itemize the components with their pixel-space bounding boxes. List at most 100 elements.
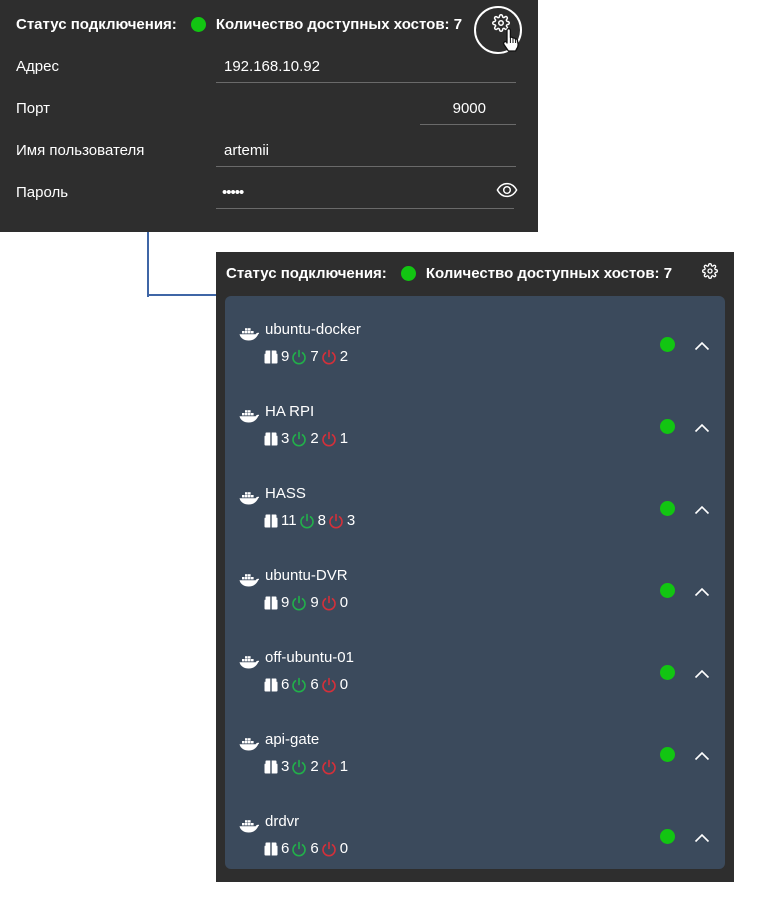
status-indicator [400, 266, 416, 281]
power-icon [292, 759, 307, 774]
gear-icon[interactable] [702, 263, 718, 279]
containers-running: 2 [310, 430, 319, 447]
box-icon [264, 596, 278, 609]
hosts-count-label: Количество доступных хостов: 7 [425, 265, 673, 282]
connection-status: Статус подключения: Количество доступных… [226, 265, 672, 282]
box-icon [264, 432, 278, 445]
docker-icon [239, 656, 260, 669]
collapse-toggle[interactable] [694, 420, 710, 438]
collapse-toggle[interactable] [694, 666, 710, 684]
host-status-indicator [660, 337, 675, 352]
host-item[interactable]: off-ubuntu-01 6 6 0 [225, 649, 725, 740]
address-input[interactable]: 192.168.10.92 [216, 58, 516, 83]
chevron-up-icon [694, 341, 710, 351]
host-name: ubuntu-docker [265, 321, 361, 338]
power-icon [292, 595, 307, 610]
docker-icon [239, 410, 260, 423]
host-item[interactable]: api-gate 3 2 1 [225, 731, 725, 822]
collapse-toggle[interactable] [694, 584, 710, 602]
host-status-indicator [660, 829, 675, 844]
power-icon [321, 595, 336, 610]
containers-total: 3 [281, 430, 290, 447]
containers-stopped: 2 [339, 348, 349, 365]
power-icon [321, 841, 336, 856]
containers-stopped: 1 [339, 430, 349, 447]
collapse-toggle[interactable] [694, 338, 710, 356]
eye-icon[interactable] [496, 181, 518, 199]
host-item[interactable]: ubuntu-docker 9 7 2 [225, 321, 725, 412]
host-status-indicator [660, 665, 675, 680]
chevron-up-icon [694, 669, 710, 679]
containers-running: 2 [310, 758, 319, 775]
docker-icon [239, 574, 260, 587]
password-input[interactable]: ••••• [216, 184, 514, 209]
connection-settings-panel: Статус подключения: Количество доступных… [0, 0, 538, 232]
host-item[interactable]: HA RPI 3 2 1 [225, 403, 725, 494]
power-icon [321, 431, 336, 446]
power-icon [292, 349, 307, 364]
power-icon [321, 349, 336, 364]
box-icon [264, 842, 278, 855]
containers-total: 9 [281, 594, 290, 611]
containers-running: 9 [310, 594, 319, 611]
connector-line [147, 294, 217, 296]
port-label: Порт [16, 100, 51, 117]
containers-stopped: 3 [346, 512, 356, 529]
host-status-indicator [660, 583, 675, 598]
chevron-up-icon [694, 587, 710, 597]
host-item[interactable]: drdvr 6 6 0 [225, 813, 725, 904]
containers-running: 8 [317, 512, 326, 529]
port-input[interactable]: 9000 [420, 100, 516, 125]
docker-icon [239, 738, 260, 751]
containers-stopped: 0 [339, 676, 349, 693]
container-stats: 9 7 2 [264, 348, 350, 365]
host-status-indicator [660, 419, 675, 434]
hosts-count-label: Количество доступных хостов: 7 [215, 16, 463, 33]
power-icon [292, 841, 307, 856]
container-stats: 3 2 1 [264, 758, 350, 775]
host-name: drdvr [265, 813, 300, 830]
connector-line [147, 232, 149, 297]
chevron-up-icon [694, 751, 710, 761]
username-input[interactable]: artemii [216, 142, 516, 167]
power-icon [292, 431, 307, 446]
power-icon [292, 677, 307, 692]
container-stats: 11 8 3 [264, 512, 357, 529]
chevron-up-icon [694, 423, 710, 433]
containers-running: 6 [310, 676, 319, 693]
box-icon [264, 514, 278, 527]
containers-stopped: 0 [339, 840, 349, 857]
host-item[interactable]: ubuntu-DVR 9 9 0 [225, 567, 725, 658]
username-label: Имя пользователя [16, 142, 145, 159]
containers-total: 6 [281, 676, 290, 693]
address-label: Адрес [16, 58, 59, 75]
container-stats: 9 9 0 [264, 594, 350, 611]
password-label: Пароль [16, 184, 69, 201]
status-label: Статус подключения: [226, 265, 387, 282]
containers-total: 9 [281, 348, 290, 365]
host-status-indicator [660, 747, 675, 762]
box-icon [264, 678, 278, 691]
host-name: off-ubuntu-01 [265, 649, 354, 666]
collapse-toggle[interactable] [694, 502, 710, 520]
pointer-cursor-icon [503, 28, 519, 52]
power-icon [329, 513, 343, 528]
connection-status: Статус подключения: Количество доступных… [16, 16, 462, 33]
chevron-up-icon [694, 833, 710, 843]
containers-stopped: 0 [339, 594, 349, 611]
containers-total: 6 [281, 840, 290, 857]
collapse-toggle[interactable] [694, 830, 710, 848]
collapse-toggle[interactable] [694, 748, 710, 766]
docker-icon [239, 492, 260, 505]
containers-stopped: 1 [339, 758, 349, 775]
status-indicator [190, 17, 206, 32]
box-icon [264, 350, 278, 363]
host-name: api-gate [265, 731, 320, 748]
containers-total: 3 [281, 758, 290, 775]
host-item[interactable]: HASS 11 8 3 [225, 485, 725, 576]
docker-icon [239, 328, 260, 341]
host-name: HASS [265, 485, 306, 502]
power-icon [321, 759, 336, 774]
container-stats: 3 2 1 [264, 430, 350, 447]
power-icon [299, 513, 314, 528]
